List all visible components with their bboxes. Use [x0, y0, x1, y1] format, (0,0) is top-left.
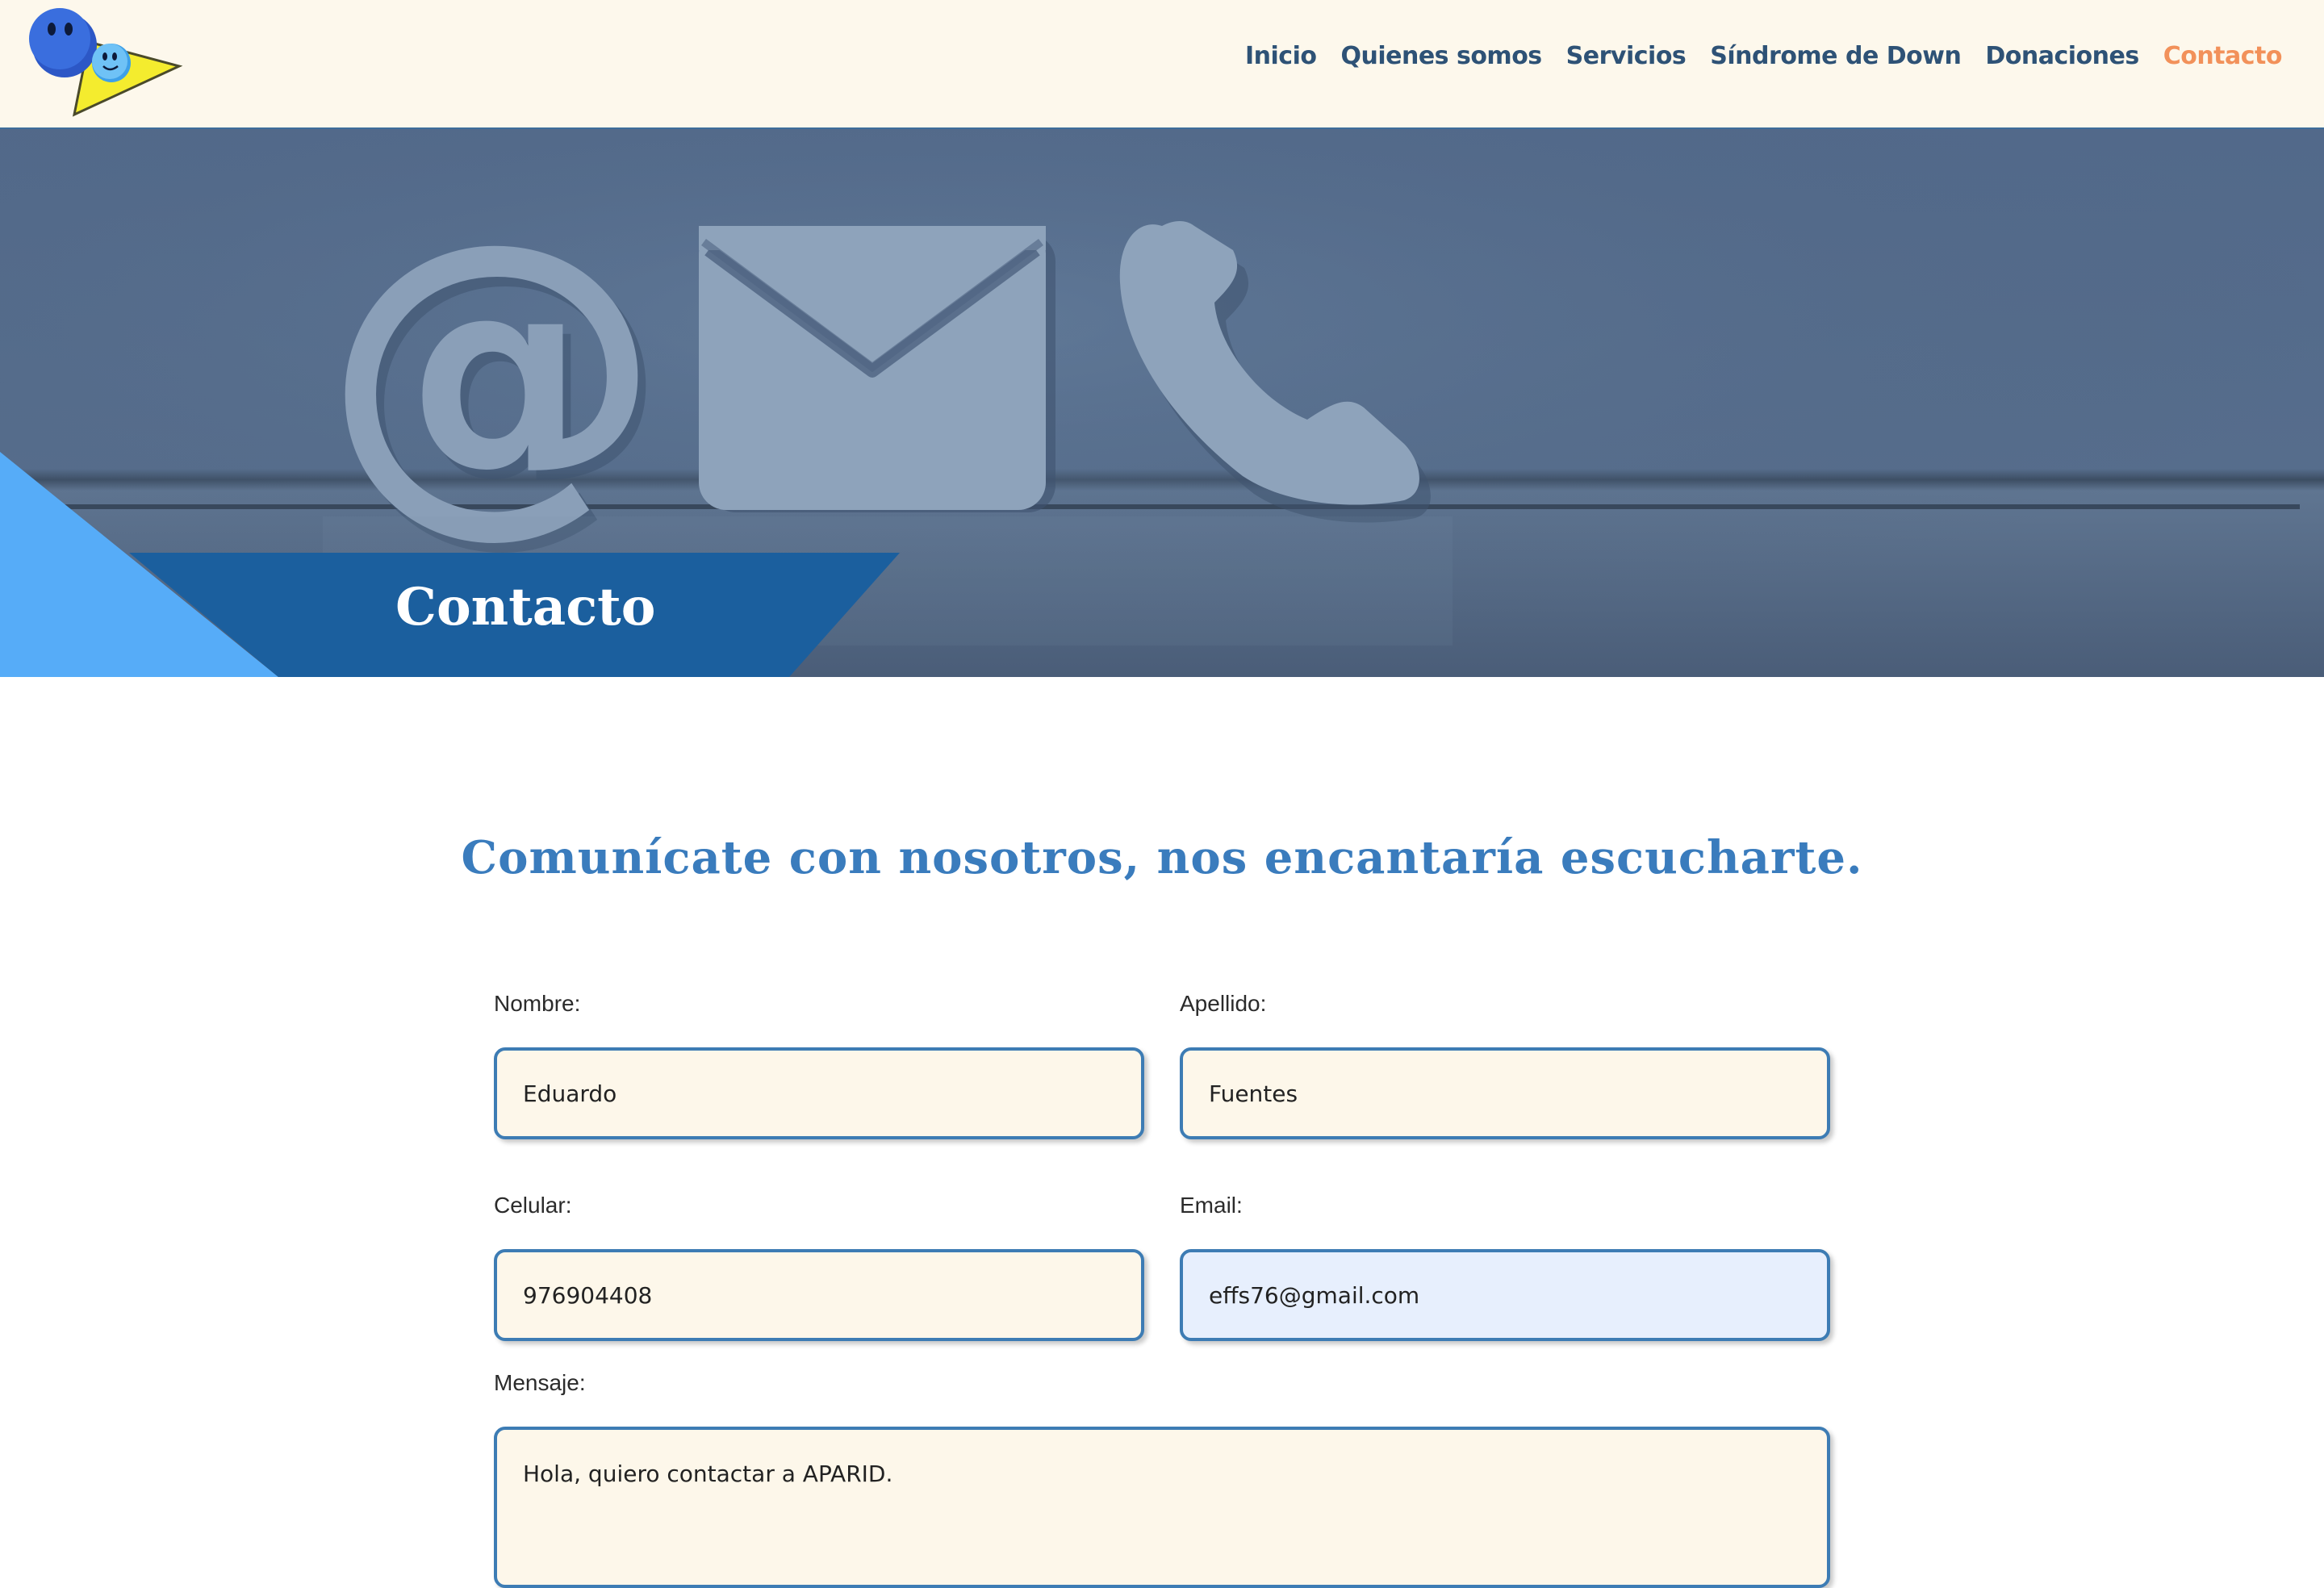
nombre-field[interactable]: [494, 1047, 1144, 1139]
apellido-field[interactable]: [1180, 1047, 1830, 1139]
hero-banner: @ @ Contacto: [0, 129, 2324, 677]
nav-sindrome-de-down[interactable]: Síndrome de Down: [1710, 42, 1962, 70]
apellido-label: Apellido:: [1180, 991, 1267, 1016]
main-nav: Inicio Quienes somos Servicios Síndrome …: [1245, 42, 2283, 70]
mensaje-label: Mensaje:: [494, 1370, 586, 1395]
email-label: Email:: [1180, 1193, 1243, 1218]
nav-inicio[interactable]: Inicio: [1245, 42, 1317, 70]
nav-servicios[interactable]: Servicios: [1566, 42, 1687, 70]
contact-heading: Comunícate con nosotros, nos encantaría …: [461, 831, 1863, 884]
mensaje-textarea[interactable]: Hola, quiero contactar a APARID.: [494, 1427, 1830, 1588]
nombre-label: Nombre:: [494, 991, 581, 1016]
nav-donaciones[interactable]: Donaciones: [1985, 42, 2139, 70]
at-sign-icon: @ @: [323, 170, 670, 575]
email-field[interactable]: [1180, 1249, 1830, 1341]
page-title: Contacto: [395, 577, 656, 637]
envelope-icon: [699, 226, 1055, 512]
nav-contacto[interactable]: Contacto: [2163, 42, 2283, 70]
celular-label: Celular:: [494, 1193, 572, 1218]
svg-text:@: @: [323, 170, 662, 565]
hero-background-image: @ @: [0, 129, 2324, 677]
nav-quienes-somos[interactable]: Quienes somos: [1340, 42, 1542, 70]
site-header: Inicio Quienes somos Servicios Síndrome …: [0, 0, 2324, 129]
logo-smiley-icon[interactable]: [24, 8, 186, 121]
celular-field[interactable]: [494, 1249, 1144, 1341]
